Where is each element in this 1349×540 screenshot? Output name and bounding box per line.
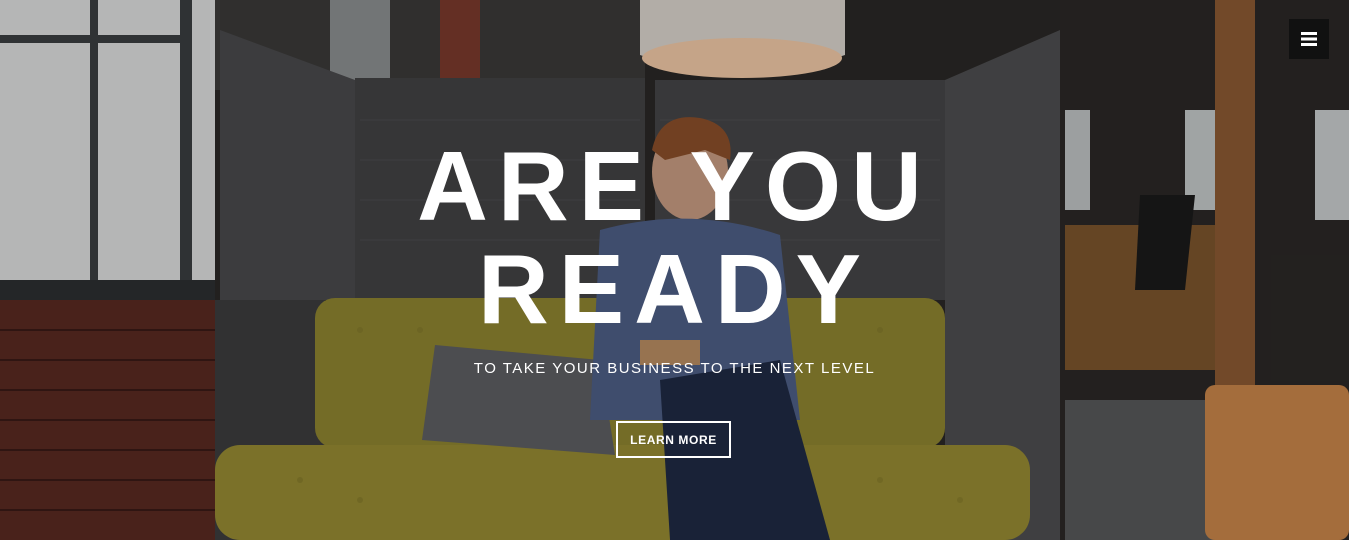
learn-more-button[interactable]: LEARN MORE xyxy=(616,421,731,458)
hero-section: ARE YOU READY TO TAKE YOUR BUSINESS TO T… xyxy=(0,0,1349,540)
hero-subtitle: TO TAKE YOUR BUSINESS TO THE NEXT LEVEL xyxy=(473,360,876,377)
menu-button[interactable] xyxy=(1289,19,1329,59)
hero-title-line-1: ARE YOU xyxy=(417,131,932,241)
hero-title-line-2: READY xyxy=(477,234,872,344)
hamburger-icon xyxy=(1301,32,1317,46)
